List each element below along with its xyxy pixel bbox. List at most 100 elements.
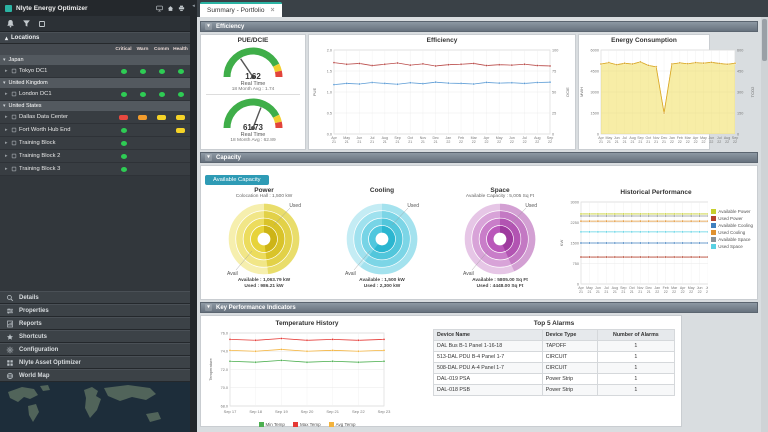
location-group-uk[interactable]: ▾ United Kingdom bbox=[0, 78, 190, 88]
collapse-sidebar-icon[interactable]: ◂ bbox=[192, 0, 195, 9]
scrollbar-thumb[interactable] bbox=[762, 19, 767, 61]
pue-dcie-panel: PUE/DCIE 1.62 Real Time 18 Month Avg : 1… bbox=[200, 34, 306, 150]
alarm-bell-icon[interactable] bbox=[6, 19, 15, 28]
capacity-panel: Available Capacity Power Colocation Hall… bbox=[200, 165, 758, 300]
space-used: Used : 4448.00 Sq Ft bbox=[476, 284, 524, 290]
section-efficiency-header[interactable]: ▾ Efficiency bbox=[200, 21, 758, 32]
accordion-shortcuts[interactable]: Shortcuts bbox=[0, 330, 190, 343]
svg-text:Jan22: Jan 22 bbox=[669, 136, 675, 144]
power-donut-group: Power Colocation Hall : 1,500 kW Used Ava… bbox=[227, 187, 301, 290]
temperature-history-group: Temperature History 68.0 70.0 72.0 74.0 76.0… bbox=[207, 318, 407, 427]
alarm-row[interactable]: 508-DAL PDU A-4 Panel 1-7 CIRCUIT 1 bbox=[433, 362, 676, 374]
temperature-legend: Min Temp Max Temp Avg Temp bbox=[207, 422, 407, 427]
svg-text:KW: KW bbox=[559, 240, 564, 247]
svg-text:Nov21: Nov 21 bbox=[637, 286, 644, 294]
location-row-tokyo-dc1[interactable]: ▸ Tokyo DC1 bbox=[0, 65, 190, 78]
asset-cube-icon[interactable] bbox=[38, 20, 46, 28]
svg-text:Temperature: Temperature bbox=[208, 358, 213, 381]
status-dot bbox=[120, 127, 127, 133]
status-dot bbox=[177, 91, 184, 97]
alarm-row[interactable]: DAL Bus B-1 Panel 1-16-18 TAPOFF 1 bbox=[433, 340, 676, 352]
building-icon bbox=[11, 153, 17, 159]
location-group-us[interactable]: ▾ United States bbox=[0, 101, 190, 111]
svg-text:May22: May 22 bbox=[688, 286, 695, 294]
chevron-up-icon: ▴ bbox=[5, 35, 9, 42]
location-row-london-dc1[interactable]: ▸ London DC1 bbox=[0, 88, 190, 101]
svg-text:2.0: 2.0 bbox=[327, 48, 332, 52]
section-capacity-header[interactable]: ▾ Capacity bbox=[200, 152, 758, 163]
building-icon bbox=[11, 68, 17, 74]
print-icon[interactable] bbox=[178, 5, 185, 12]
monitor-icon[interactable] bbox=[156, 5, 163, 12]
locations-column-headers: Critical Warn Comm Health bbox=[0, 44, 190, 55]
svg-text:74.0: 74.0 bbox=[221, 350, 228, 354]
accordion-world-map[interactable]: World Map bbox=[0, 369, 190, 382]
accordion-properties[interactable]: Properties bbox=[0, 304, 190, 317]
svg-text:Sep21: Sep 21 bbox=[394, 136, 400, 144]
svg-text:Aug21: Aug 21 bbox=[629, 136, 635, 144]
svg-text:Sep 22: Sep 22 bbox=[352, 409, 365, 414]
location-group-japan[interactable]: ▾ Japan bbox=[0, 55, 190, 65]
svg-text:Avail: Avail bbox=[345, 271, 356, 277]
accordion-reports[interactable]: Reports bbox=[0, 317, 190, 330]
dashboard-content: ▾ Efficiency PUE/DCIE 1.62 Real Time 18 … bbox=[197, 17, 768, 432]
svg-text:4500: 4500 bbox=[591, 69, 599, 73]
cooling-used: Used : 2,300 kW bbox=[363, 284, 401, 290]
legend-item: Max Temp bbox=[292, 422, 321, 427]
svg-text:Apr22: Apr 22 bbox=[680, 286, 686, 294]
alarm-row[interactable]: DAL-018 PSB Power Strip 1 bbox=[433, 384, 676, 396]
filter-icon[interactable] bbox=[22, 19, 31, 28]
svg-text:Dec21: Dec 21 bbox=[646, 286, 653, 294]
location-row-training-block[interactable]: ▸ Training Block bbox=[0, 137, 190, 150]
home-icon[interactable] bbox=[167, 5, 174, 12]
collapse-section-icon[interactable]: ▾ bbox=[205, 23, 212, 30]
app-logo-icon bbox=[5, 4, 12, 12]
status-dot bbox=[120, 140, 127, 146]
location-row-dallas[interactable]: ▸ Dallas Data Center bbox=[0, 111, 190, 124]
location-row-fort-worth[interactable]: ▸ Fort Worth Hub End bbox=[0, 124, 190, 137]
svg-text:DCIE: DCIE bbox=[565, 87, 570, 97]
svg-text:Apr21: Apr 21 bbox=[331, 136, 337, 144]
svg-text:1500: 1500 bbox=[571, 241, 579, 245]
svg-text:May22: May 22 bbox=[700, 136, 707, 144]
legend-item: Available Cooling bbox=[711, 223, 753, 228]
accordion-nlyte-asset-optimizer[interactable]: Nlyte Asset Optimizer bbox=[0, 356, 190, 369]
alarm-row[interactable]: DAL-019 PSA Power Strip 1 bbox=[433, 373, 676, 385]
svg-text:75: 75 bbox=[552, 69, 556, 73]
svg-text:Jul21: Jul 21 bbox=[622, 136, 627, 144]
accordion-details[interactable]: Details bbox=[0, 291, 190, 304]
collapse-section-icon[interactable]: ▾ bbox=[205, 304, 212, 311]
section-kpi-header[interactable]: ▾ Key Performance Indicators bbox=[200, 302, 758, 313]
alarm-row[interactable]: 513-DAL PDU B-4 Panel 1-7 CIRCUIT 1 bbox=[433, 351, 676, 363]
building-icon bbox=[11, 140, 17, 146]
world-map-preview[interactable] bbox=[0, 382, 190, 432]
kpi-panel: Temperature History 68.0 70.0 72.0 74.0 76.0… bbox=[200, 315, 682, 427]
status-dot bbox=[176, 127, 185, 133]
location-row-training-block-2[interactable]: ▸ Training Block 2 bbox=[0, 150, 190, 163]
status-dot bbox=[158, 91, 165, 97]
svg-text:May21: May 21 bbox=[586, 286, 593, 294]
globe-icon bbox=[6, 372, 14, 380]
status-dot bbox=[157, 114, 166, 120]
report-icon bbox=[6, 320, 14, 328]
scrollbar-track[interactable] bbox=[761, 17, 768, 432]
space-donut-group: Space Available Capacity : 5,005 Sq Ft U… bbox=[463, 187, 537, 290]
pue-value: 1.62 bbox=[245, 72, 261, 81]
status-dot bbox=[119, 114, 128, 120]
legend-item: Used Cooling bbox=[711, 230, 753, 235]
tab-close-icon[interactable]: × bbox=[270, 7, 274, 14]
svg-text:Apr22: Apr 22 bbox=[484, 136, 490, 144]
svg-text:750: 750 bbox=[573, 262, 579, 266]
available-capacity-button[interactable]: Available Capacity bbox=[205, 175, 269, 185]
building-icon bbox=[11, 166, 17, 172]
collapse-section-icon[interactable]: ▾ bbox=[205, 154, 212, 161]
location-row-training-block-3[interactable]: ▸ Training Block 3 bbox=[0, 163, 190, 176]
status-dot bbox=[158, 68, 165, 74]
sidebar-splitter[interactable]: ◂ bbox=[190, 0, 197, 432]
locations-header[interactable]: ▴ Locations bbox=[0, 32, 190, 44]
svg-text:May22: May 22 bbox=[496, 136, 503, 144]
tab-summary-portfolio[interactable]: Summary - Portfolio × bbox=[200, 2, 282, 17]
accordion-configuration[interactable]: Configuration bbox=[0, 343, 190, 356]
svg-text:Aug21: Aug 21 bbox=[612, 286, 618, 294]
svg-text:Jul21: Jul 21 bbox=[604, 286, 609, 294]
